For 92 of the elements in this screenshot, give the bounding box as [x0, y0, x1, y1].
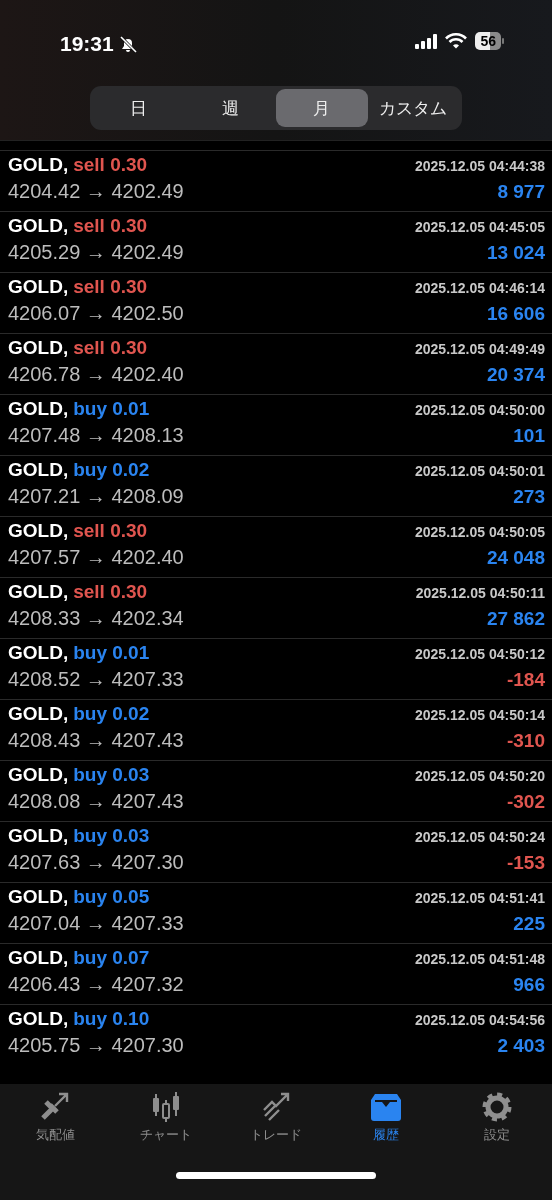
profit-amount: 101 [513, 425, 545, 447]
profit-amount: 966 [513, 974, 545, 996]
price-range: 4205.29 → 4202.49 [8, 241, 184, 264]
deal-time: 2025.12.05 04:51:41 [415, 890, 545, 906]
price-range: 4205.75 → 4207.30 [8, 1034, 184, 1057]
order-label: buy 0.05 [73, 886, 150, 908]
deal-time: 2025.12.05 04:50:20 [415, 768, 545, 784]
order-label: buy 0.03 [73, 764, 150, 786]
price-range: 4206.43 → 4207.32 [8, 973, 184, 996]
order-label: buy 0.01 [73, 398, 150, 420]
tab-item[interactable]: トレード [230, 1092, 321, 1144]
symbol-label: GOLD, [8, 1008, 69, 1030]
deal-time: 2025.12.05 04:50:01 [415, 463, 545, 479]
deal-time: 2025.12.05 04:54:56 [415, 1012, 545, 1028]
symbol-label: GOLD, [8, 276, 69, 298]
deal-time: 2025.12.05 04:49:49 [415, 341, 545, 357]
profit-amount: 27 862 [486, 608, 545, 630]
deal-time: 2025.12.05 04:45:05 [415, 219, 545, 235]
deal-time: 2025.12.05 04:50:14 [415, 707, 545, 723]
order-label: buy 0.07 [73, 947, 150, 969]
tab-item[interactable]: 設定 [451, 1092, 542, 1144]
double-arrow-icon [40, 1092, 71, 1122]
price-range: 4207.63 → 4207.30 [8, 851, 184, 874]
profit-amount: 13 024 [486, 242, 545, 264]
profit-amount: 273 [513, 486, 545, 508]
order-label: buy 0.03 [73, 825, 150, 847]
order-label: sell 0.30 [73, 215, 148, 237]
symbol-label: GOLD, [8, 398, 69, 420]
tab-item[interactable]: チャート [120, 1092, 211, 1144]
period-tab[interactable]: カスタム [367, 89, 459, 127]
symbol-label: GOLD, [8, 764, 69, 786]
profit-amount: -310 [506, 730, 545, 752]
deal-time: 2025.12.05 04:50:00 [415, 402, 545, 418]
price-range: 4207.21 → 4208.09 [8, 485, 184, 508]
symbol-label: GOLD, [8, 215, 69, 237]
profit-amount: -184 [506, 669, 545, 691]
deal-time: 2025.12.05 04:51:48 [415, 951, 545, 967]
deal-time: 2025.12.05 04:44:38 [415, 158, 545, 174]
profit-amount: 2 403 [497, 1035, 545, 1057]
tab-item[interactable]: 気配値 [10, 1092, 101, 1144]
profit-amount: 16 606 [486, 303, 545, 325]
profit-amount: 8 977 [497, 181, 545, 203]
clock-time: 19:31 [60, 32, 114, 56]
symbol-label: GOLD, [8, 581, 69, 603]
symbol-label: GOLD, [8, 154, 69, 176]
symbol-label: GOLD, [8, 520, 69, 542]
profit-amount: 225 [513, 913, 545, 935]
price-range: 4207.04 → 4207.33 [8, 912, 184, 935]
order-label: sell 0.30 [73, 337, 148, 359]
price-range: 4208.08 → 4207.43 [8, 790, 184, 813]
order-label: buy 0.02 [73, 703, 150, 725]
order-label: sell 0.30 [73, 154, 148, 176]
candlestick-icon [150, 1092, 181, 1122]
order-label: buy 0.02 [73, 459, 150, 481]
period-tab[interactable]: 週 [184, 89, 276, 127]
symbol-label: GOLD, [8, 703, 69, 725]
order-label: sell 0.30 [73, 581, 148, 603]
battery-level: 56 [475, 32, 501, 50]
inbox-tray-icon [371, 1092, 402, 1122]
profit-amount: 24 048 [486, 547, 545, 569]
symbol-label: GOLD, [8, 825, 69, 847]
symbol-label: GOLD, [8, 886, 69, 908]
price-range: 4207.48 → 4208.13 [8, 424, 184, 447]
period-tab[interactable]: 月 [276, 89, 368, 127]
price-range: 4206.78 → 4202.40 [8, 363, 184, 386]
profit-amount: 20 374 [486, 364, 545, 386]
deal-time: 2025.12.05 04:46:14 [415, 280, 545, 296]
profit-amount: -153 [506, 852, 545, 874]
deal-time: 2025.12.05 04:50:05 [415, 524, 545, 540]
price-range: 4204.42 → 4202.49 [8, 180, 184, 203]
settings-icon [481, 1092, 512, 1122]
price-range: 4207.57 → 4202.40 [8, 546, 184, 569]
tab-item[interactable]: 履歴 [341, 1092, 432, 1144]
price-range: 4208.52 → 4207.33 [8, 668, 184, 691]
price-range: 4208.43 → 4207.43 [8, 729, 184, 752]
price-range: 4208.33 → 4202.34 [8, 607, 184, 630]
deal-time: 2025.12.05 04:50:24 [415, 829, 545, 845]
order-label: sell 0.30 [73, 520, 148, 542]
profit-amount: -302 [506, 791, 545, 813]
symbol-label: GOLD, [8, 459, 69, 481]
price-range: 4206.07 → 4202.50 [8, 302, 184, 325]
symbol-label: GOLD, [8, 642, 69, 664]
signal-icon [415, 33, 438, 49]
order-label: buy 0.10 [73, 1008, 150, 1030]
wifi-icon [445, 33, 468, 49]
period-tab[interactable]: 日 [93, 89, 185, 127]
deal-time: 2025.12.05 04:50:11 [415, 585, 545, 601]
symbol-label: GOLD, [8, 947, 69, 969]
symbol-label: GOLD, [8, 337, 69, 359]
order-label: buy 0.01 [73, 642, 150, 664]
deal-time: 2025.12.05 04:50:12 [415, 646, 545, 662]
order-label: sell 0.30 [73, 276, 148, 298]
